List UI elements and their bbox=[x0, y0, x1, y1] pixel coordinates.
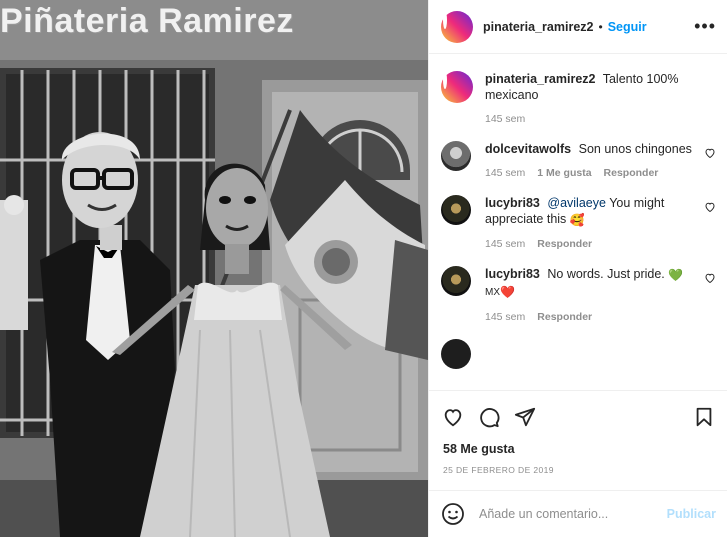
smiling-hearts-emoji-icon: 🥰 bbox=[569, 213, 585, 227]
comment-time[interactable]: 145 sem bbox=[485, 311, 525, 323]
post-photo[interactable]: Piñateria Ramirez bbox=[0, 0, 428, 537]
follow-button[interactable]: Seguir bbox=[608, 20, 647, 34]
comment-text: No words. Just pride. bbox=[547, 267, 665, 281]
comment-mention[interactable]: @avilaeye bbox=[547, 196, 606, 210]
comment-like-heart-icon[interactable] bbox=[704, 272, 716, 284]
comment-like-heart-icon[interactable] bbox=[704, 147, 716, 159]
comment-input[interactable] bbox=[479, 507, 661, 521]
comment-text-mx: MX bbox=[485, 287, 500, 298]
publish-button[interactable]: Publicar bbox=[667, 507, 716, 521]
comment-username[interactable]: dolcevitawolfs bbox=[485, 142, 571, 156]
post-date[interactable]: 25 DE FEBRERO DE 2019 bbox=[443, 465, 554, 475]
comment-username[interactable]: lucybri83 bbox=[485, 196, 540, 210]
reply-button[interactable]: Responder bbox=[604, 167, 659, 179]
commenter-avatar[interactable] bbox=[441, 339, 471, 369]
caption: pinateria_ramirez2 Talento 100% mexicano… bbox=[441, 71, 716, 125]
commenter-avatar[interactable] bbox=[441, 141, 471, 171]
comment-item: lucybri83 @avilaeye You might appreciate… bbox=[441, 195, 716, 250]
commenter-avatar[interactable] bbox=[441, 266, 471, 296]
comment-time[interactable]: 145 sem bbox=[485, 167, 525, 179]
comment-text: Son unos chingones bbox=[578, 142, 692, 156]
more-icon[interactable]: ••• bbox=[694, 16, 716, 37]
emoji-icon[interactable] bbox=[441, 502, 465, 526]
comment-like-heart-icon[interactable] bbox=[704, 201, 716, 213]
comments-list[interactable]: pinateria_ramirez2 Talento 100% mexicano… bbox=[429, 55, 727, 388]
shop-sign-text: Piñateria Ramirez bbox=[0, 2, 294, 40]
likes-count[interactable]: 58 Me gusta bbox=[443, 442, 515, 456]
red-heart-emoji-icon: ❤️ bbox=[500, 285, 515, 299]
comment-username[interactable]: lucybri83 bbox=[485, 267, 540, 281]
post-header: pinateria_ramirez2 • Seguir ••• bbox=[429, 0, 727, 54]
author-avatar[interactable] bbox=[441, 10, 473, 43]
bookmark-icon[interactable] bbox=[692, 405, 716, 429]
reply-button[interactable]: Responder bbox=[537, 238, 592, 250]
comment-icon[interactable] bbox=[477, 405, 501, 429]
comment-item-partial bbox=[441, 339, 716, 369]
comment-time[interactable]: 145 sem bbox=[485, 238, 525, 250]
caption-avatar[interactable] bbox=[441, 71, 473, 103]
add-comment-bar: Publicar bbox=[429, 490, 727, 537]
commenter-avatar[interactable] bbox=[441, 195, 471, 225]
caption-username[interactable]: pinateria_ramirez2 bbox=[485, 72, 595, 86]
comment-item: lucybri83 No words. Just pride. 💚 MX❤️ 1… bbox=[441, 266, 716, 323]
author-username[interactable]: pinateria_ramirez2 bbox=[483, 20, 593, 34]
photo-illustration bbox=[0, 0, 428, 537]
heart-icon[interactable] bbox=[441, 405, 465, 429]
comment-likes[interactable]: 1 Me gusta bbox=[537, 167, 591, 179]
separator-dot: • bbox=[598, 19, 603, 34]
green-heart-emoji-icon: 💚 bbox=[668, 268, 684, 282]
action-bar bbox=[429, 390, 727, 442]
post-details-panel: pinateria_ramirez2 • Seguir ••• pinateri… bbox=[428, 0, 727, 537]
reply-button[interactable]: Responder bbox=[537, 311, 592, 323]
share-icon[interactable] bbox=[513, 405, 537, 429]
caption-time[interactable]: 145 sem bbox=[485, 113, 525, 125]
comment-item: dolcevitawolfs Son unos chingones 145 se… bbox=[441, 141, 716, 179]
